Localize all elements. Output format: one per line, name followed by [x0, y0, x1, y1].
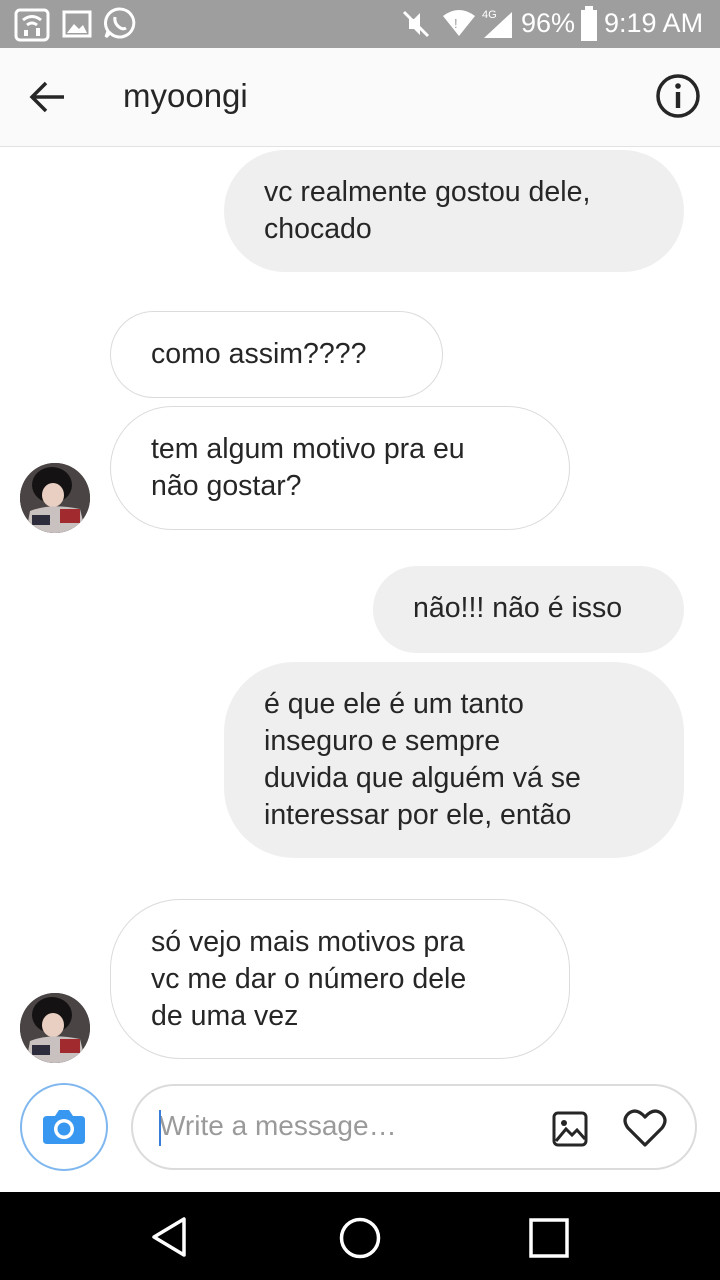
message-input-container [131, 1084, 697, 1170]
status-bar: ! 4G 96% 9:19 AM [0, 0, 720, 48]
message-line: tem algum motivo pra eu [151, 433, 465, 465]
svg-text:!: ! [454, 16, 458, 31]
image-icon [62, 10, 92, 38]
conversation-header: myoongi [0, 48, 720, 147]
message-bubble-received[interactable]: como assim???? [110, 311, 443, 398]
message-line: só vejo mais motivos pra [151, 926, 465, 958]
heart-icon[interactable] [623, 1108, 667, 1148]
battery-icon [581, 6, 597, 41]
whatsapp-icon [104, 7, 136, 39]
message-bubble-received[interactable]: só vejo mais motivos pra vc me dar o núm… [110, 899, 570, 1059]
message-line: chocado [264, 213, 372, 245]
message-line: vc me dar o número dele [151, 963, 467, 995]
arrow-left-icon[interactable] [24, 74, 70, 120]
avatar[interactable] [20, 993, 90, 1063]
message-line: como assim???? [151, 338, 367, 370]
back-triangle-icon[interactable] [150, 1216, 190, 1258]
signal-icon [484, 12, 512, 38]
message-line: não gostar? [151, 470, 302, 502]
avatar[interactable] [20, 463, 90, 533]
camera-icon [43, 1110, 85, 1144]
message-input[interactable] [159, 1106, 519, 1146]
message-line: vc realmente gostou dele, [264, 176, 591, 208]
home-circle-icon[interactable] [338, 1216, 382, 1260]
gallery-icon[interactable] [552, 1111, 588, 1147]
message-bubble-sent[interactable]: não!!! não é isso [373, 566, 684, 653]
clock: 9:19 AM [604, 8, 704, 38]
navigation-bar [0, 1192, 720, 1280]
message-line: inseguro e sempre [264, 725, 501, 757]
message-bubble-received[interactable]: tem algum motivo pra eu não gostar? [110, 406, 570, 530]
message-line: duvida que alguém vá se [264, 762, 581, 794]
conversation-title[interactable]: myoongi [123, 77, 248, 115]
recents-square-icon[interactable] [528, 1217, 570, 1259]
battery-percent: 96% [521, 8, 576, 38]
message-line: interessar por ele, então [264, 799, 572, 831]
message-composer [0, 1070, 720, 1192]
message-line: não!!! não é isso [413, 592, 623, 624]
message-line: é que ele é um tanto [264, 688, 524, 720]
message-bubble-sent[interactable]: é que ele é um tanto inseguro e sempre d… [224, 662, 684, 858]
avatar-photo [20, 993, 90, 1063]
info-icon[interactable] [654, 72, 702, 120]
message-line: de uma vez [151, 1000, 299, 1032]
camera-button[interactable] [20, 1083, 108, 1171]
mute-icon [402, 10, 430, 38]
wifi-calling-icon [14, 8, 50, 42]
wifi-icon: ! [443, 10, 475, 36]
text-cursor [159, 1110, 161, 1146]
avatar-photo [20, 463, 90, 533]
message-bubble-sent[interactable]: vc realmente gostou dele, chocado [224, 150, 684, 272]
